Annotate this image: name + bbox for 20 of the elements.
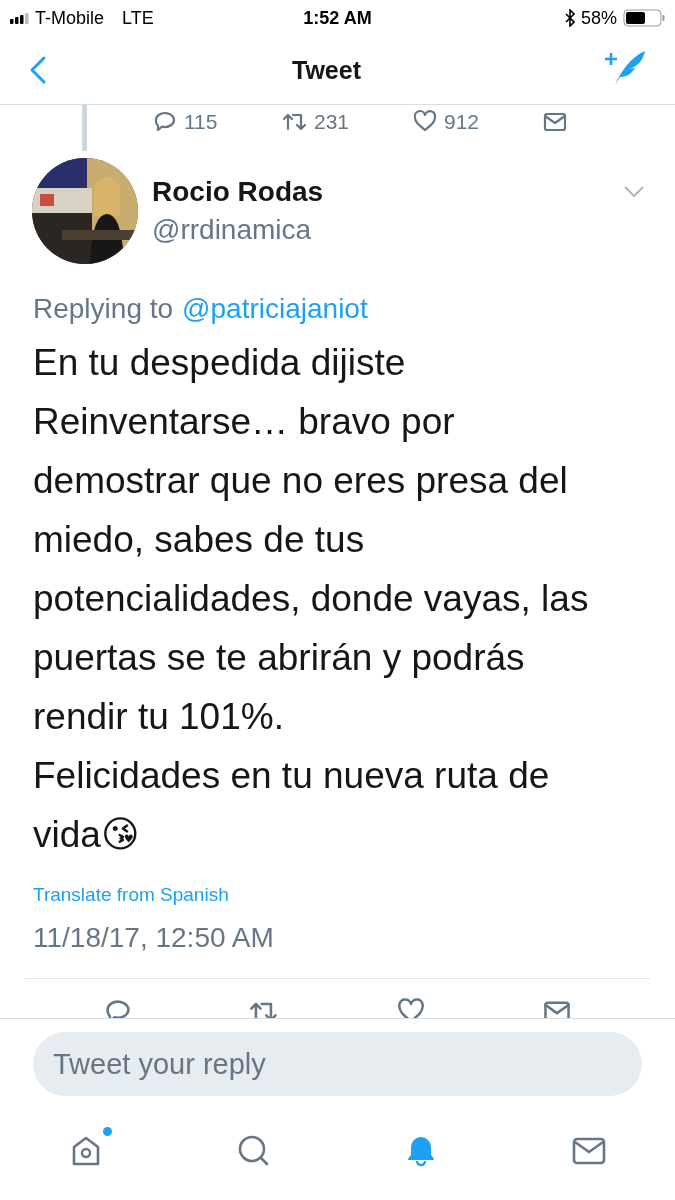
- status-time: 1:52 AM: [302, 7, 373, 29]
- stat-count: 912: [444, 110, 480, 134]
- stat-count: 231: [314, 110, 350, 134]
- tweet-timestamp: 11/18/17, 12:50 AM: [33, 922, 275, 954]
- battery-icon: [623, 9, 665, 27]
- heart-icon[interactable]: [395, 997, 426, 1018]
- translate-link[interactable]: Translate from Spanish: [33, 884, 229, 906]
- tweet-text: En tu despedida dijiste Reinventarse… bravo por demostrar que no eres presa del miedo, sabes de tus potencialidades, donde vayas, las puertas se te abrirán y podrás rendir tu 101%. Felicidades en tu nueva ruta de vida😘: [33, 341, 590, 857]
- carrier-name: T-Mobile: [35, 7, 105, 29]
- author-name[interactable]: Rocio Rodas: [152, 176, 623, 208]
- bluetooth-icon: [564, 9, 575, 27]
- author-handle[interactable]: @rrdinamica: [152, 214, 623, 246]
- mention-link[interactable]: @patriciajaniot: [182, 293, 368, 325]
- replying-label: Replying to: [33, 293, 174, 325]
- signal-icon: [10, 12, 29, 24]
- reply-field[interactable]: Tweet your reply: [33, 1032, 642, 1096]
- network-type: LTE: [122, 7, 154, 29]
- battery-percent: 58%: [580, 7, 617, 29]
- screen-title: Tweet: [292, 55, 361, 85]
- stat-count: 115: [184, 110, 218, 134]
